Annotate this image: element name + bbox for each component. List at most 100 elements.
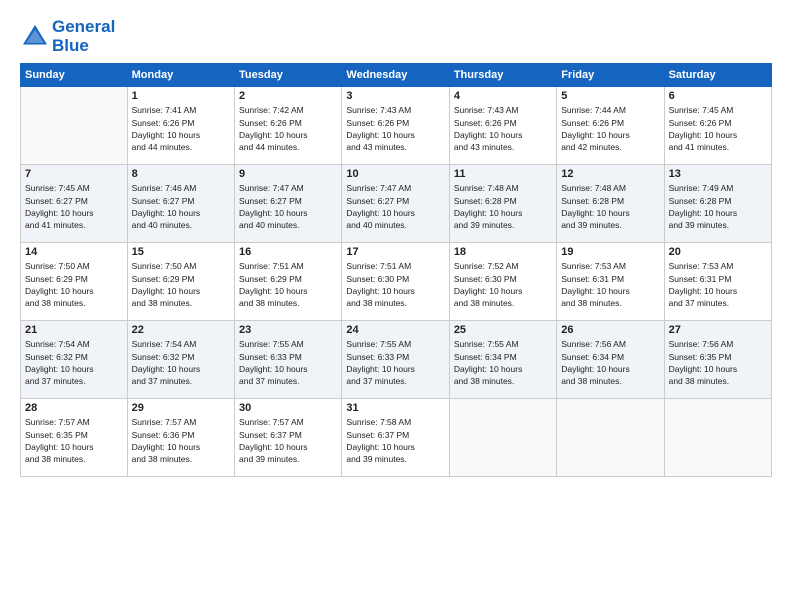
calendar-cell: 6 Sunrise: 7:45 AM Sunset: 6:26 PM Daylig… [664, 87, 771, 165]
weekday-header-thursday: Thursday [449, 64, 556, 87]
calendar-cell: 16 Sunrise: 7:51 AM Sunset: 6:29 PM Dayli… [235, 243, 342, 321]
cell-info: Sunrise: 7:42 AM Sunset: 6:26 PM Dayligh… [239, 104, 337, 153]
cell-info: Sunrise: 7:56 AM Sunset: 6:34 PM Dayligh… [561, 338, 659, 387]
weekday-header-monday: Monday [127, 64, 234, 87]
cell-info: Sunrise: 7:43 AM Sunset: 6:26 PM Dayligh… [454, 104, 552, 153]
day-number: 23 [239, 324, 337, 336]
cell-info: Sunrise: 7:47 AM Sunset: 6:27 PM Dayligh… [239, 182, 337, 231]
day-number: 4 [454, 90, 552, 102]
calendar-cell: 5 Sunrise: 7:44 AM Sunset: 6:26 PM Daylig… [557, 87, 664, 165]
week-row-2: 7 Sunrise: 7:45 AM Sunset: 6:27 PM Daylig… [21, 165, 772, 243]
calendar-cell [21, 87, 128, 165]
cell-info: Sunrise: 7:49 AM Sunset: 6:28 PM Dayligh… [669, 182, 767, 231]
week-row-3: 14 Sunrise: 7:50 AM Sunset: 6:29 PM Dayli… [21, 243, 772, 321]
cell-info: Sunrise: 7:46 AM Sunset: 6:27 PM Dayligh… [132, 182, 230, 231]
cell-info: Sunrise: 7:45 AM Sunset: 6:27 PM Dayligh… [25, 182, 123, 231]
calendar-cell: 31 Sunrise: 7:58 AM Sunset: 6:37 PM Dayli… [342, 399, 449, 477]
header: General Blue [20, 18, 772, 55]
calendar-cell: 21 Sunrise: 7:54 AM Sunset: 6:32 PM Dayli… [21, 321, 128, 399]
calendar-cell: 20Sunrise: 7:53 AM Sunset: 6:31 PM Dayli… [664, 243, 771, 321]
day-number: 24 [346, 324, 444, 336]
cell-info: Sunrise: 7:50 AM Sunset: 6:29 PM Dayligh… [132, 260, 230, 309]
calendar-cell: 23 Sunrise: 7:55 AM Sunset: 6:33 PM Dayli… [235, 321, 342, 399]
calendar-cell [664, 399, 771, 477]
day-number: 27 [669, 324, 767, 336]
cell-info: Sunrise: 7:54 AM Sunset: 6:32 PM Dayligh… [132, 338, 230, 387]
cell-info: Sunrise: 7:57 AM Sunset: 6:37 PM Dayligh… [239, 416, 337, 465]
calendar-cell: 14 Sunrise: 7:50 AM Sunset: 6:29 PM Dayli… [21, 243, 128, 321]
day-number: 9 [239, 168, 337, 180]
day-number: 30 [239, 402, 337, 414]
day-number: 5 [561, 90, 659, 102]
day-number: 11 [454, 168, 552, 180]
day-number: 10 [346, 168, 444, 180]
calendar-cell: 19Sunrise: 7:53 AM Sunset: 6:31 PM Dayli… [557, 243, 664, 321]
cell-info: Sunrise: 7:43 AM Sunset: 6:26 PM Dayligh… [346, 104, 444, 153]
calendar-cell [557, 399, 664, 477]
weekday-header-saturday: Saturday [664, 64, 771, 87]
page: General Blue SundayMondayTuesdayWednesda… [0, 0, 792, 612]
cell-info: Sunrise: 7:53 AM Sunset: 6:31 PM Dayligh… [561, 260, 659, 309]
day-number: 17 [346, 246, 444, 258]
week-row-5: 28Sunrise: 7:57 AM Sunset: 6:35 PM Dayli… [21, 399, 772, 477]
calendar-cell: 11 Sunrise: 7:48 AM Sunset: 6:28 PM Dayli… [449, 165, 556, 243]
cell-info: Sunrise: 7:41 AM Sunset: 6:26 PM Dayligh… [132, 104, 230, 153]
calendar-cell [449, 399, 556, 477]
calendar-cell: 25Sunrise: 7:55 AM Sunset: 6:34 PM Dayli… [449, 321, 556, 399]
cell-info: Sunrise: 7:54 AM Sunset: 6:32 PM Dayligh… [25, 338, 123, 387]
day-number: 3 [346, 90, 444, 102]
cell-info: Sunrise: 7:53 AM Sunset: 6:31 PM Dayligh… [669, 260, 767, 309]
logo-icon [20, 22, 50, 52]
cell-info: Sunrise: 7:45 AM Sunset: 6:26 PM Dayligh… [669, 104, 767, 153]
day-number: 2 [239, 90, 337, 102]
day-number: 21 [25, 324, 123, 336]
day-number: 6 [669, 90, 767, 102]
calendar-cell: 3 Sunrise: 7:43 AM Sunset: 6:26 PM Daylig… [342, 87, 449, 165]
cell-info: Sunrise: 7:56 AM Sunset: 6:35 PM Dayligh… [669, 338, 767, 387]
calendar-cell: 12 Sunrise: 7:48 AM Sunset: 6:28 PM Dayli… [557, 165, 664, 243]
cell-info: Sunrise: 7:58 AM Sunset: 6:37 PM Dayligh… [346, 416, 444, 465]
day-number: 18 [454, 246, 552, 258]
calendar-cell: 18Sunrise: 7:52 AM Sunset: 6:30 PM Dayli… [449, 243, 556, 321]
weekday-header-sunday: Sunday [21, 64, 128, 87]
day-number: 29 [132, 402, 230, 414]
calendar-cell: 30 Sunrise: 7:57 AM Sunset: 6:37 PM Dayli… [235, 399, 342, 477]
cell-info: Sunrise: 7:57 AM Sunset: 6:36 PM Dayligh… [132, 416, 230, 465]
day-number: 25 [454, 324, 552, 336]
calendar-cell: 8 Sunrise: 7:46 AM Sunset: 6:27 PM Daylig… [127, 165, 234, 243]
logo: General Blue [20, 18, 115, 55]
day-number: 31 [346, 402, 444, 414]
day-number: 14 [25, 246, 123, 258]
cell-info: Sunrise: 7:50 AM Sunset: 6:29 PM Dayligh… [25, 260, 123, 309]
day-number: 26 [561, 324, 659, 336]
cell-info: Sunrise: 7:48 AM Sunset: 6:28 PM Dayligh… [454, 182, 552, 231]
calendar-cell: 26 Sunrise: 7:56 AM Sunset: 6:34 PM Dayli… [557, 321, 664, 399]
day-number: 8 [132, 168, 230, 180]
cell-info: Sunrise: 7:55 AM Sunset: 6:33 PM Dayligh… [346, 338, 444, 387]
weekday-header-wednesday: Wednesday [342, 64, 449, 87]
calendar-cell: 9 Sunrise: 7:47 AM Sunset: 6:27 PM Daylig… [235, 165, 342, 243]
calendar-cell: 1Sunrise: 7:41 AM Sunset: 6:26 PM Daylig… [127, 87, 234, 165]
day-number: 7 [25, 168, 123, 180]
cell-info: Sunrise: 7:44 AM Sunset: 6:26 PM Dayligh… [561, 104, 659, 153]
week-row-1: 1Sunrise: 7:41 AM Sunset: 6:26 PM Daylig… [21, 87, 772, 165]
cell-info: Sunrise: 7:48 AM Sunset: 6:28 PM Dayligh… [561, 182, 659, 231]
calendar-cell: 17Sunrise: 7:51 AM Sunset: 6:30 PM Dayli… [342, 243, 449, 321]
calendar-cell: 13Sunrise: 7:49 AM Sunset: 6:28 PM Dayli… [664, 165, 771, 243]
cell-info: Sunrise: 7:47 AM Sunset: 6:27 PM Dayligh… [346, 182, 444, 231]
day-number: 15 [132, 246, 230, 258]
calendar-cell: 22 Sunrise: 7:54 AM Sunset: 6:32 PM Dayli… [127, 321, 234, 399]
calendar-table: SundayMondayTuesdayWednesdayThursdayFrid… [20, 63, 772, 477]
calendar-cell: 24 Sunrise: 7:55 AM Sunset: 6:33 PM Dayli… [342, 321, 449, 399]
week-row-4: 21 Sunrise: 7:54 AM Sunset: 6:32 PM Dayli… [21, 321, 772, 399]
day-number: 16 [239, 246, 337, 258]
cell-info: Sunrise: 7:51 AM Sunset: 6:29 PM Dayligh… [239, 260, 337, 309]
cell-info: Sunrise: 7:55 AM Sunset: 6:33 PM Dayligh… [239, 338, 337, 387]
weekday-header-row: SundayMondayTuesdayWednesdayThursdayFrid… [21, 64, 772, 87]
weekday-header-tuesday: Tuesday [235, 64, 342, 87]
day-number: 22 [132, 324, 230, 336]
day-number: 12 [561, 168, 659, 180]
calendar-cell: 28Sunrise: 7:57 AM Sunset: 6:35 PM Dayli… [21, 399, 128, 477]
calendar-cell: 7 Sunrise: 7:45 AM Sunset: 6:27 PM Daylig… [21, 165, 128, 243]
calendar-cell: 27 Sunrise: 7:56 AM Sunset: 6:35 PM Dayli… [664, 321, 771, 399]
